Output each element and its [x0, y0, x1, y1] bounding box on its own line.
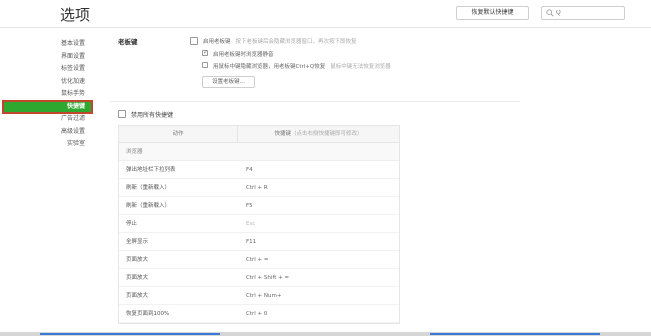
action-cell: 弹出地址栏下拉列表	[126, 167, 176, 173]
enable-boss-key-hint: 按下老板键后会隐藏浏览器窗口，再次按下即恢复	[235, 39, 357, 45]
shortcuts-table: 动作 快捷键（点击右侧快捷键即可修改） 浏览器 弹出地址栏下拉列表 F4 刷新（…	[118, 125, 400, 324]
taskbar-accent-right	[430, 333, 600, 335]
mute-on-boss-key-checkbox[interactable]	[202, 49, 208, 56]
middle-click-hide-label: 用鼠标中键隐藏浏览器，用老板键Ctrl+Q恢复	[213, 64, 326, 70]
column-header-key-label: 快捷键	[274, 131, 291, 137]
column-header-action: 动作	[119, 126, 238, 142]
table-row: 页面放大 Ctrl + Shift + =	[119, 269, 399, 287]
table-row: 恢复页面到100% Ctrl + 0	[119, 305, 399, 323]
middle-click-hide-checkbox[interactable]	[202, 62, 208, 68]
shortcut-key-cell[interactable]: Ctrl + =	[238, 251, 399, 268]
column-header-key-hint: （点击右侧快捷键即可修改）	[291, 131, 363, 137]
action-cell: 页面放大	[126, 257, 149, 263]
search-input[interactable]	[556, 8, 622, 18]
table-row: 全屏显示 F11	[119, 233, 399, 251]
sidebar-item-advanced[interactable]: 高级设置	[0, 126, 92, 139]
disable-all-shortcuts-label: 禁用所有快捷键	[131, 112, 174, 119]
mute-on-boss-key-label: 启用老板键时浏览器静音	[213, 52, 274, 58]
taskbar-accent-left	[40, 333, 220, 335]
sidebar-item-lab[interactable]: 实验室	[0, 138, 92, 151]
shortcut-key-cell[interactable]: Ctrl + R	[238, 179, 399, 196]
restore-default-shortcuts-button[interactable]: 恢复默认快捷键	[456, 6, 529, 20]
column-header-key: 快捷键（点击右侧快捷键即可修改）	[238, 126, 399, 142]
group-row-browser: 浏览器	[119, 143, 399, 161]
action-cell: 页面放大	[126, 275, 149, 281]
disable-all-shortcuts-checkbox[interactable]	[118, 110, 126, 118]
action-cell: 恢复页面到100%	[126, 311, 170, 317]
table-row: 刷新（重新载入） F5	[119, 197, 399, 215]
enable-boss-key-option: 启用老板键 按下老板键后会隐藏浏览器窗口，再次按下即恢复	[203, 37, 357, 45]
boss-key-title: 老板键	[118, 38, 138, 46]
sidebar-item-tabs[interactable]: 标签设置	[0, 63, 92, 76]
sidebar-item-adblock[interactable]: 广告过滤	[0, 113, 92, 126]
shortcut-key-cell[interactable]: Ctrl + 0	[238, 305, 399, 322]
middle-click-hide-hint: 鼠标中键无法恢复浏览器	[330, 64, 391, 70]
set-boss-key-button[interactable]: 设置老板键...	[202, 76, 255, 88]
action-cell: 刷新（重新载入）	[126, 185, 171, 191]
action-cell: 停止	[126, 221, 138, 227]
shortcut-key-cell[interactable]: Ctrl + Shift + =	[238, 269, 399, 286]
action-cell: 刷新（重新载入）	[126, 203, 171, 209]
shortcut-key-cell[interactable]: Esc	[238, 215, 399, 232]
table-row: 弹出地址栏下拉列表 F4	[119, 161, 399, 179]
taskbar-strip	[0, 332, 651, 336]
shortcut-key-cell[interactable]: F4	[238, 161, 399, 178]
table-row: 停止 Esc	[119, 215, 399, 233]
action-cell: 全屏显示	[126, 239, 149, 245]
table-row: 页面放大 Ctrl + =	[119, 251, 399, 269]
table-row: 刷新（重新载入） Ctrl + R	[119, 179, 399, 197]
search-icon	[546, 9, 554, 17]
shortcut-key-cell[interactable]: F11	[238, 233, 399, 250]
sidebar-item-interface[interactable]: 界面设置	[0, 51, 92, 64]
sidebar-item-mouse-gestures[interactable]: 鼠标手势	[0, 88, 92, 101]
options-header: 选项 恢复默认快捷键	[0, 0, 651, 28]
table-header: 动作 快捷键（点击右侧快捷键即可修改）	[119, 126, 399, 143]
action-cell: 页面放大	[126, 293, 149, 299]
enable-boss-key-checkbox[interactable]	[190, 37, 198, 45]
section-divider	[110, 101, 520, 102]
sidebar: 基本设置 界面设置 标签设置 优化加速 鼠标手势 快捷键 广告过滤 高级设置 实…	[0, 38, 93, 151]
page-title: 选项	[60, 6, 91, 24]
enable-boss-key-label: 启用老板键	[203, 39, 231, 45]
sidebar-item-shortcuts[interactable]: 快捷键	[2, 99, 93, 114]
sidebar-item-optimize[interactable]: 优化加速	[0, 76, 92, 89]
shortcut-key-cell[interactable]: Ctrl + Num+	[238, 287, 399, 304]
search-box[interactable]	[541, 6, 625, 20]
table-row: 页面放大 Ctrl + Num+	[119, 287, 399, 305]
sidebar-item-basic[interactable]: 基本设置	[0, 38, 92, 51]
shortcut-key-cell[interactable]: F5	[238, 197, 399, 214]
middle-click-hide-option: 用鼠标中键隐藏浏览器，用老板键Ctrl+Q恢复 鼠标中键无法恢复浏览器	[213, 62, 391, 70]
